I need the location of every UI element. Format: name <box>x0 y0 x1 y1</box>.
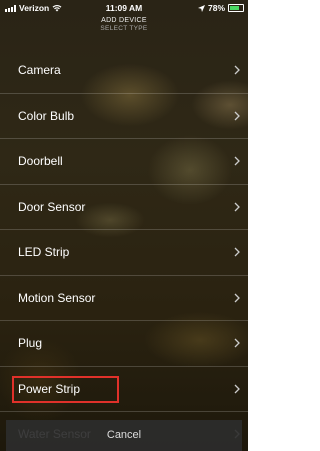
device-type-motion-sensor[interactable]: Motion Sensor <box>0 276 248 321</box>
cancel-label: Cancel <box>106 429 142 441</box>
device-type-led-strip[interactable]: LED Strip <box>0 230 248 276</box>
battery-icon <box>228 4 244 12</box>
battery-percent: 78% <box>207 3 225 13</box>
device-type-list: Camera Color Bulb Doorbell Door Sensor L… <box>0 48 248 451</box>
chevron-right-icon <box>234 156 240 166</box>
page-title: ADD DEVICE <box>101 17 147 24</box>
device-type-label: Camera <box>18 63 61 77</box>
chevron-right-icon <box>234 293 240 302</box>
device-type-power-strip[interactable]: Power Strip <box>0 367 248 412</box>
device-type-label: Color Bulb <box>18 108 75 123</box>
device-type-camera[interactable]: Camera <box>0 48 248 94</box>
device-type-doorbell[interactable]: Doorbell <box>0 139 248 185</box>
device-type-label: Motion Sensor <box>18 290 96 305</box>
chevron-right-icon <box>234 338 240 348</box>
chevron-right-icon <box>234 384 240 393</box>
chevron-right-icon <box>234 247 240 257</box>
status-bar: Verizon 11:09 AM 78% <box>0 0 248 16</box>
cancel-button[interactable]: Cancel <box>6 420 242 451</box>
chevron-right-icon <box>234 65 240 75</box>
device-type-color-bulb[interactable]: Color Bulb <box>0 94 248 139</box>
status-right: 78% <box>197 3 244 13</box>
page-header: ADD DEVICE SELECT TYPE <box>0 16 248 33</box>
device-type-label: LED Strip <box>18 245 70 259</box>
device-type-plug[interactable]: Plug <box>0 321 248 367</box>
device-type-label: Door Sensor <box>18 199 86 214</box>
device-type-label: Doorbell <box>18 154 63 168</box>
page-subtitle: SELECT TYPE <box>100 25 148 32</box>
device-type-label: Power Strip <box>18 381 81 396</box>
add-device-screen: Verizon 11:09 AM 78% ADD DEVICE SELECT T… <box>0 0 248 451</box>
device-type-label: Plug <box>18 336 43 350</box>
device-type-door-sensor[interactable]: Door Sensor <box>0 185 248 230</box>
location-arrow-icon <box>197 4 205 12</box>
chevron-right-icon <box>234 111 240 120</box>
chevron-right-icon <box>234 202 240 211</box>
